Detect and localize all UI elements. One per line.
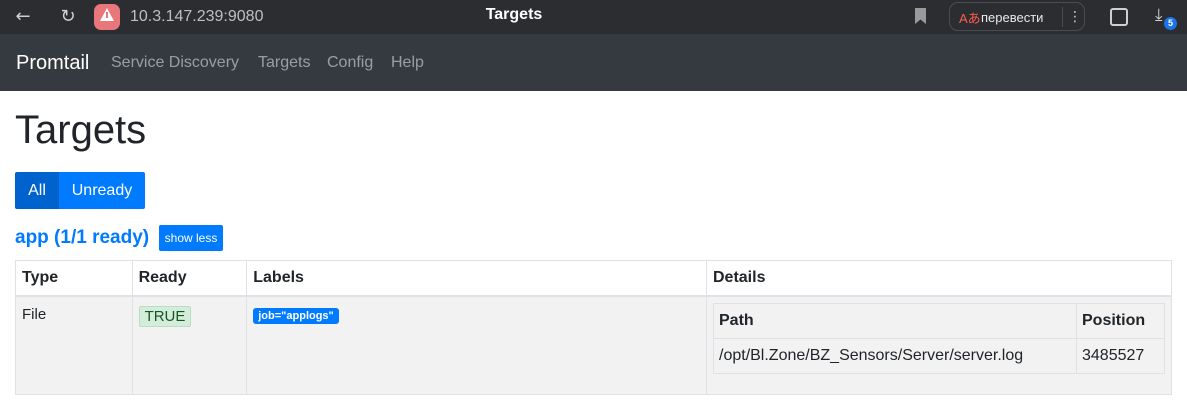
targets-table: Type Ready Labels Details File TRUE job=… [15,260,1172,395]
filter-button-group: All Unready [15,172,145,209]
cell-labels: job="applogs" [246,295,707,395]
details-header-path: Path [713,303,1077,339]
details-position-value: 3485527 [1076,338,1165,374]
nav-link-targets[interactable]: Targets [258,54,310,72]
filter-unready-button[interactable]: Unready [59,172,145,209]
more-icon[interactable]: ⋮ [1068,8,1082,25]
tab-title: Targets [485,6,543,23]
column-header-details: Details [706,260,1172,297]
translate-label: перевести [981,10,1044,25]
job-heading-link[interactable]: app (1/1 ready) [15,227,149,249]
download-icon[interactable]: ⤓ [1155,5,1163,25]
details-table: Path Position /opt/Bl.Zone/BZ_Sensors/Se… [713,303,1165,374]
browser-toolbar: ← ↻ 10.3.147.239:9080 Targets Аあ перевес… [0,0,1187,34]
table-row: File TRUE job="applogs" Path Position /o… [15,295,1172,395]
nav-link-help[interactable]: Help [391,54,424,72]
nav-link-service-discovery[interactable]: Service Discovery [111,54,239,72]
column-header-type: Type [15,260,133,297]
app-navbar: Promtail Service Discovery Targets Confi… [0,34,1187,91]
details-header-position: Position [1076,303,1165,339]
label-badge: job="applogs" [253,308,339,324]
ready-status-badge: TRUE [138,306,192,327]
details-path-value: /opt/Bl.Zone/BZ_Sensors/Server/server.lo… [713,338,1077,374]
details-header-row: Path Position [713,303,1165,339]
column-header-ready: Ready [131,260,248,297]
table-header-row: Type Ready Labels Details [15,260,1172,297]
details-row: /opt/Bl.Zone/BZ_Sensors/Server/server.lo… [713,338,1165,374]
cell-type: File [15,295,133,395]
translate-button[interactable]: Аあ перевести ⋮ [949,2,1085,31]
extensions-icon[interactable] [1110,8,1128,26]
nav-link-config[interactable]: Config [327,54,373,72]
page-title: Targets [15,108,147,152]
translate-icon: Аあ [959,11,981,26]
cell-ready: TRUE [131,295,248,395]
cell-details: Path Position /opt/Bl.Zone/BZ_Sensors/Se… [706,295,1172,395]
column-header-labels: Labels [246,260,707,297]
download-count-badge: 5 [1164,17,1177,30]
show-less-button[interactable]: show less [159,225,223,251]
brand-link[interactable]: Promtail [16,52,89,75]
filter-all-button[interactable]: All [15,172,59,209]
divider [1062,7,1063,27]
